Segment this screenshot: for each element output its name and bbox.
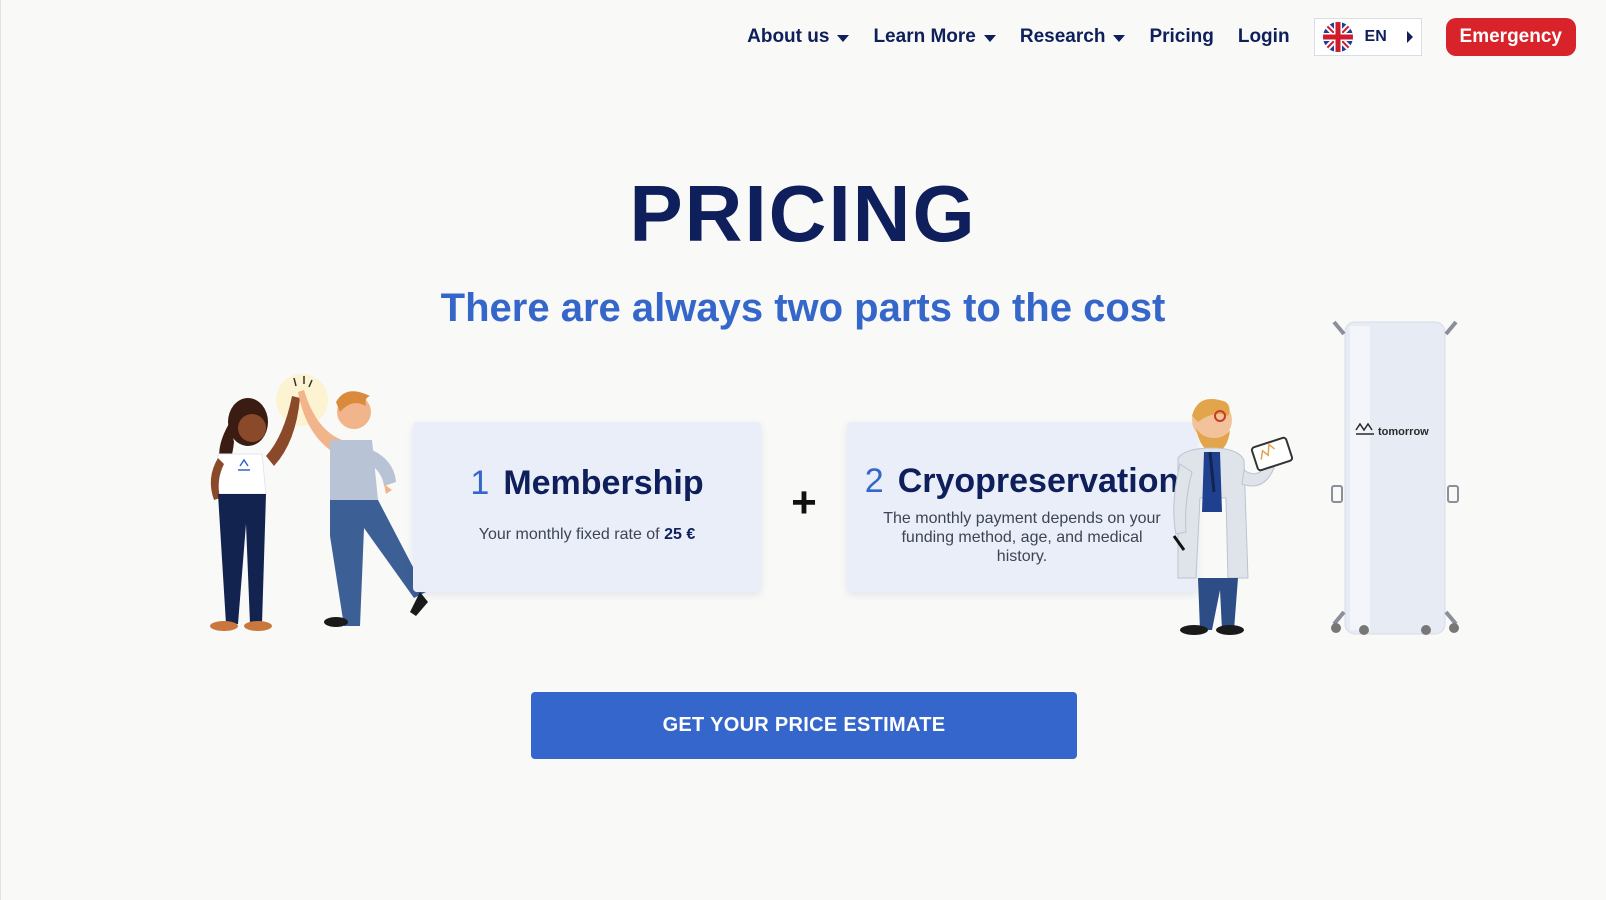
nav-pricing[interactable]: Pricing (1149, 26, 1213, 48)
cryopreservation-description: The monthly payment depends on your fund… (883, 510, 1161, 565)
nav-learn-more-label: Learn More (873, 26, 976, 47)
plus-sign: + (791, 478, 817, 527)
chevron-right-icon (1406, 31, 1413, 43)
nav-learn-more[interactable]: Learn More (873, 26, 996, 48)
cryopreservation-card: 2 Cryopreservation The monthly payment d… (847, 422, 1197, 592)
nav-login[interactable]: Login (1238, 26, 1290, 48)
doctor-illustration (1172, 399, 1294, 635)
cryopreservation-heading: 2 Cryopreservation (847, 462, 1197, 501)
cryopreservation-number: 2 (864, 462, 884, 500)
membership-heading: 1 Membership (413, 464, 761, 503)
nav-research[interactable]: Research (1020, 26, 1126, 48)
language-selector[interactable]: EN (1313, 18, 1422, 56)
nav-about-us-label: About us (747, 26, 830, 47)
chevron-down-icon (1113, 34, 1126, 42)
tank-brand-label: tomorrow (1378, 426, 1429, 438)
high-five-illustration (210, 374, 428, 631)
membership-title: Membership (503, 464, 704, 502)
emergency-button[interactable]: Emergency (1445, 18, 1576, 56)
membership-card: 1 Membership Your monthly fixed rate of … (413, 422, 761, 592)
page-edge (0, 0, 1, 900)
uk-flag-icon (1322, 22, 1353, 52)
nav-about-us[interactable]: About us (747, 26, 850, 48)
main-nav: About us Learn More Research Pricing Log… (723, 18, 1576, 56)
nav-pricing-label: Pricing (1149, 26, 1214, 47)
nav-research-label: Research (1019, 26, 1106, 47)
page-title: PRICING (629, 169, 977, 258)
chevron-down-icon (983, 34, 996, 42)
membership-price: 25 € (664, 526, 696, 543)
chevron-down-icon (837, 34, 850, 42)
cryo-tank-illustration: tomorrow (1331, 320, 1459, 635)
cryopreservation-title: Cryopreservation (897, 462, 1180, 500)
membership-description-text: Your monthly fixed rate of (478, 526, 660, 543)
membership-description: Your monthly fixed rate of 25 € (413, 525, 761, 544)
language-code: EN (1364, 28, 1387, 45)
nav-login-label: Login (1237, 26, 1290, 47)
get-price-estimate-button[interactable]: GET YOUR PRICE ESTIMATE (531, 692, 1077, 759)
membership-number: 1 (470, 464, 490, 502)
